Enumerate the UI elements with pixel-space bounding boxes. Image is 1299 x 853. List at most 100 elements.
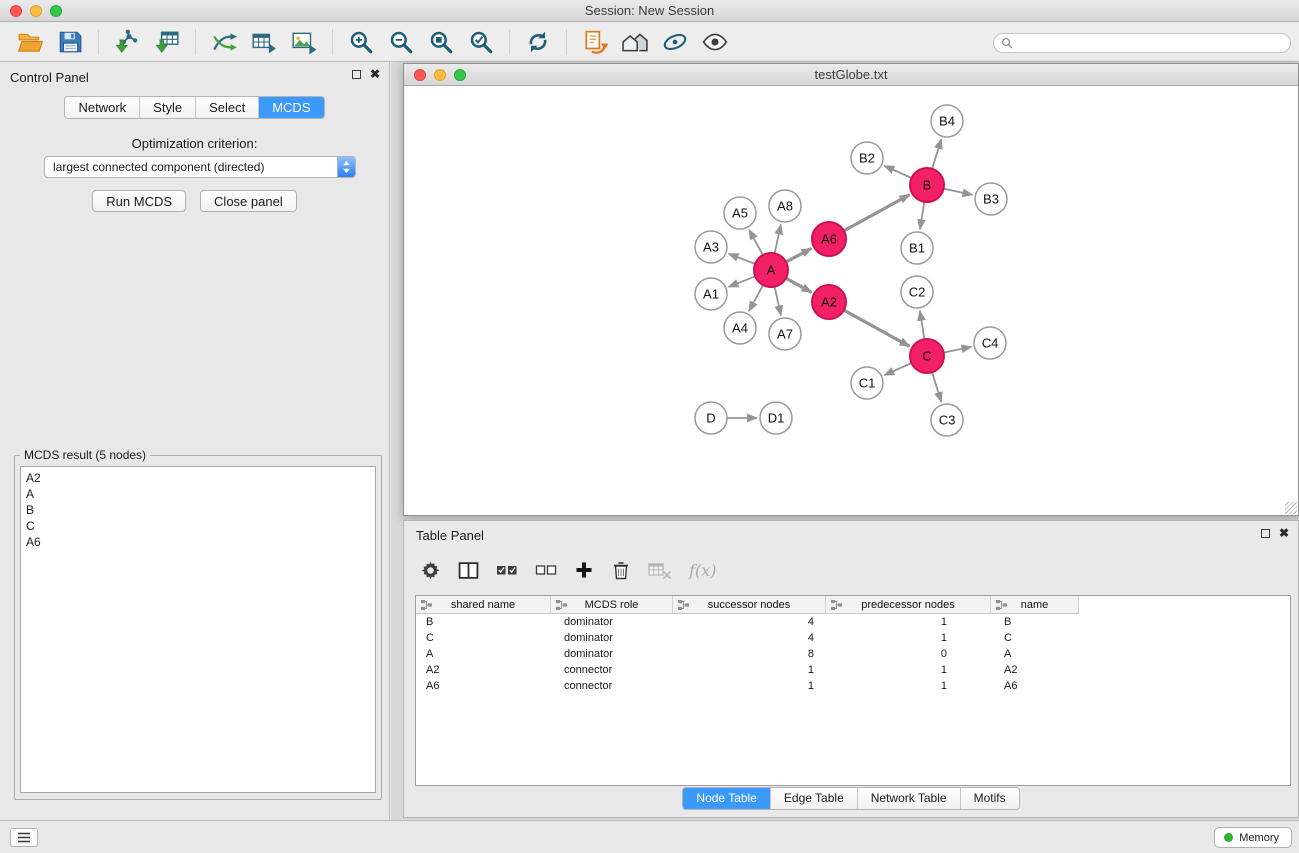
network-edge-C-C3[interactable] <box>932 372 941 402</box>
eye-icon[interactable] <box>700 27 730 57</box>
close-control-panel-icon[interactable]: ✖ <box>370 69 380 80</box>
network-node-A4[interactable]: A4 <box>724 312 756 344</box>
import-table-icon[interactable] <box>152 27 182 57</box>
add-row-icon[interactable] <box>574 560 594 580</box>
search-box[interactable] <box>993 33 1291 53</box>
criterion-dropdown[interactable]: largest connected component (directed) <box>44 156 356 178</box>
network-node-A8[interactable]: A8 <box>769 190 801 222</box>
network-node-B2[interactable]: B2 <box>851 142 883 174</box>
network-node-C3[interactable]: C3 <box>931 404 963 436</box>
mcds-result-item[interactable]: A <box>26 486 370 502</box>
network-node-A3[interactable]: A3 <box>695 231 727 263</box>
table-row[interactable]: A6connector11A6 <box>416 678 1290 694</box>
export-image-icon[interactable] <box>289 27 319 57</box>
memory-button[interactable]: Memory <box>1214 827 1292 848</box>
zoom-fit-icon[interactable] <box>426 27 456 57</box>
network-edge-C-C1[interactable] <box>884 363 911 375</box>
minimize-network-window-button[interactable] <box>434 69 446 81</box>
network-node-C4[interactable]: C4 <box>974 327 1006 359</box>
mcds-result-item[interactable]: C <box>26 518 370 534</box>
network-node-A5[interactable]: A5 <box>724 197 756 229</box>
tab-edge-table[interactable]: Edge Table <box>771 788 858 809</box>
close-network-window-button[interactable] <box>414 69 426 81</box>
open-recent-icon[interactable] <box>580 27 610 57</box>
network-edge-A-A7[interactable] <box>775 287 781 316</box>
save-session-icon[interactable] <box>55 27 85 57</box>
tab-mcds[interactable]: MCDS <box>259 97 323 118</box>
tab-motifs[interactable]: Motifs <box>961 788 1019 809</box>
settings-gear-icon[interactable] <box>420 560 441 581</box>
column-header-predecessor-nodes[interactable]: predecessor nodes <box>826 596 991 614</box>
tab-network-table[interactable]: Network Table <box>858 788 961 809</box>
node-table[interactable]: shared nameMCDS rolesuccessor nodesprede… <box>415 595 1291 786</box>
network-node-D1[interactable]: D1 <box>760 402 792 434</box>
network-edge-A-A8[interactable] <box>775 225 781 254</box>
network-edge-B-B4[interactable] <box>932 139 941 169</box>
network-edge-B-B1[interactable] <box>920 202 924 229</box>
network-edge-A-A5[interactable] <box>749 230 763 255</box>
column-header-mcds-role[interactable]: MCDS role <box>551 596 673 614</box>
network-edge-A-A1[interactable] <box>729 276 756 287</box>
zoom-selected-icon[interactable] <box>466 27 496 57</box>
refresh-layout-icon[interactable] <box>523 27 553 57</box>
function-builder-icon[interactable]: f(x) <box>689 561 716 580</box>
network-edge-A-A6[interactable] <box>786 248 811 262</box>
network-edge-A-A3[interactable] <box>729 254 755 264</box>
network-edge-A2-C[interactable] <box>844 310 910 346</box>
zoom-out-icon[interactable] <box>386 27 416 57</box>
delete-table-icon[interactable] <box>648 560 672 580</box>
mcds-result-item[interactable]: B <box>26 502 370 518</box>
column-header-successor-nodes[interactable]: successor nodes <box>673 596 826 614</box>
network-node-D[interactable]: D <box>695 402 727 434</box>
network-node-B4[interactable]: B4 <box>931 105 963 137</box>
home-icon[interactable] <box>620 27 650 57</box>
column-header-name[interactable]: name <box>991 596 1079 614</box>
new-network-icon[interactable] <box>209 27 239 57</box>
network-window-titlebar[interactable]: testGlobe.txt <box>404 64 1298 86</box>
mcds-result-item[interactable]: A6 <box>26 534 370 550</box>
column-header-shared-name[interactable]: shared name <box>416 596 551 614</box>
mcds-result-item[interactable]: A2 <box>26 470 370 486</box>
network-edge-C-C2[interactable] <box>920 311 925 339</box>
tab-select[interactable]: Select <box>196 97 259 118</box>
network-canvas[interactable]: B4B2BB3A5A8A6A3B1AC2A1A2A4A7C4CC1C3DD1 <box>404 87 1298 515</box>
zoom-in-icon[interactable] <box>346 27 376 57</box>
fullscreen-app-button[interactable] <box>50 5 62 17</box>
resize-grip-icon[interactable] <box>1285 502 1297 514</box>
close-app-button[interactable] <box>10 5 22 17</box>
close-table-panel-icon[interactable]: ✖ <box>1279 528 1289 539</box>
network-view-window[interactable]: testGlobe.txt B4B2BB3A5A8A6A3B1AC2A1A2A4… <box>403 63 1299 516</box>
search-input[interactable] <box>1017 36 1283 50</box>
style-icon[interactable] <box>660 27 690 57</box>
float-table-panel-icon[interactable] <box>1261 529 1270 538</box>
open-folder-icon[interactable] <box>15 27 45 57</box>
table-row[interactable]: Adominator80A <box>416 646 1290 662</box>
app-titlebar[interactable]: Session: New Session <box>0 0 1299 22</box>
import-network-icon[interactable] <box>112 27 142 57</box>
tab-network[interactable]: Network <box>65 97 140 118</box>
mcds-result-list[interactable]: A2ABCA6 <box>20 466 376 793</box>
network-node-A[interactable]: A <box>754 253 788 287</box>
table-row[interactable]: A2connector11A2 <box>416 662 1290 678</box>
network-edge-A-A4[interactable] <box>749 285 763 311</box>
network-node-A1[interactable]: A1 <box>695 278 727 310</box>
zoom-network-window-button[interactable] <box>454 69 466 81</box>
network-edge-C-C4[interactable] <box>944 347 972 353</box>
table-row[interactable]: Bdominator41B <box>416 614 1290 630</box>
split-panel-icon[interactable] <box>458 560 479 581</box>
deselect-all-icon[interactable] <box>535 561 557 579</box>
network-node-B3[interactable]: B3 <box>975 183 1007 215</box>
network-table-icon[interactable] <box>249 27 279 57</box>
network-edge-A-A2[interactable] <box>786 278 812 292</box>
network-node-A2[interactable]: A2 <box>812 285 846 319</box>
minimize-app-button[interactable] <box>30 5 42 17</box>
network-edge-A6-B[interactable] <box>844 195 910 231</box>
network-node-A7[interactable]: A7 <box>769 318 801 350</box>
network-node-B1[interactable]: B1 <box>901 232 933 264</box>
network-edge-B-B2[interactable] <box>884 166 911 178</box>
tab-node-table[interactable]: Node Table <box>683 788 771 809</box>
show-hide-panels-button[interactable] <box>10 828 38 847</box>
network-graph[interactable]: B4B2BB3A5A8A6A3B1AC2A1A2A4A7C4CC1C3DD1 <box>404 87 1298 515</box>
network-node-C2[interactable]: C2 <box>901 276 933 308</box>
table-row[interactable]: Cdominator41C <box>416 630 1290 646</box>
